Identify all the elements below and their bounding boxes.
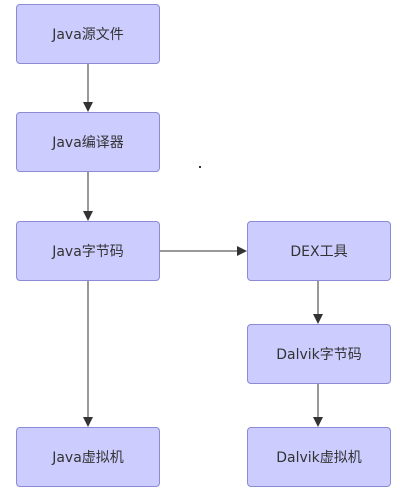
node-java-source: Java源文件 [16,4,160,64]
node-dalvik-vm: Dalvik虚拟机 [247,427,391,487]
node-java-vm: Java虚拟机 [16,427,160,487]
node-dex-tool: DEX工具 [247,221,391,281]
node-java-bytecode: Java字节码 [16,221,160,281]
node-java-compiler: Java编译器 [16,112,160,172]
stray-dot [199,166,201,168]
node-dalvik-bytecode: Dalvik字节码 [247,324,391,384]
